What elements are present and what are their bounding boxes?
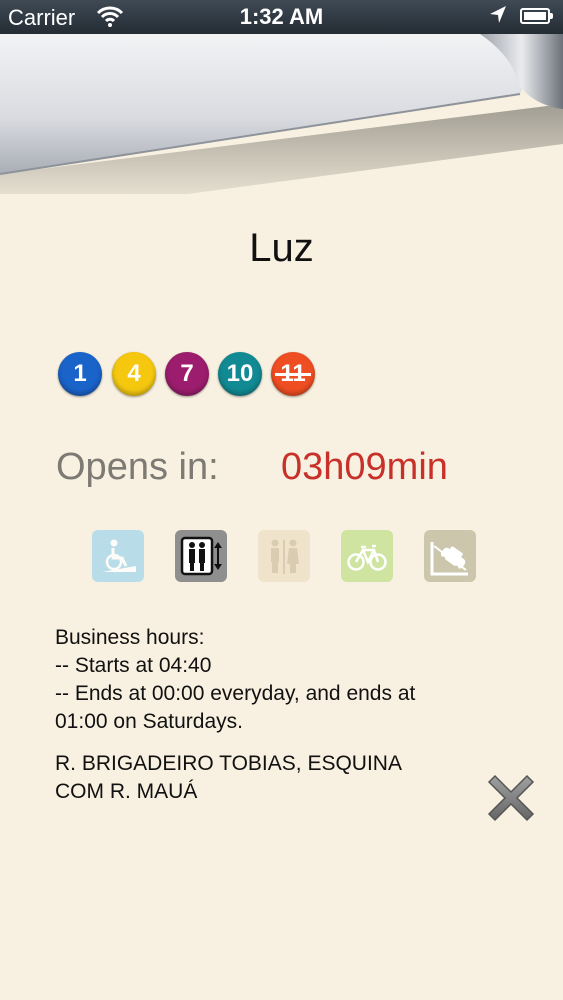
close-icon — [487, 774, 535, 822]
address-line-1: R. BRIGADEIRO TOBIAS, ESQUINA — [55, 752, 402, 775]
business-hours-title: Business hours: — [55, 626, 205, 649]
address-line-2: COM R. MAUÁ — [55, 780, 198, 803]
station-title: Luz — [249, 226, 314, 270]
battery-icon — [520, 8, 553, 24]
station-address: R. BRIGADEIRO TOBIAS, ESQUINA COM R. MAU… — [55, 750, 402, 806]
line-badge-7[interactable]: 7 — [165, 352, 209, 396]
line-number: 7 — [180, 360, 194, 387]
restroom-icon[interactable] — [258, 530, 310, 582]
parking-car-icon[interactable] — [424, 530, 476, 582]
business-hours-start: -- Starts at 04:40 — [55, 654, 212, 677]
status-time: 1:32 AM — [239, 4, 324, 29]
business-hours: Business hours: -- Starts at 04:40 -- En… — [55, 624, 415, 736]
line-badge-10[interactable]: 10 — [218, 352, 262, 396]
business-hours-end: -- Ends at 00:00 everyday, and ends at — [55, 682, 416, 705]
opens-in-value: 03h09min — [281, 446, 448, 488]
business-hours-end-saturday: 01:00 on Saturdays. — [55, 710, 243, 733]
line-number: 4 — [127, 360, 141, 387]
line-badge-11[interactable]: 11 — [271, 352, 315, 396]
bicycle-icon[interactable] — [341, 530, 393, 582]
opens-in-label: Opens in: — [56, 446, 219, 488]
line-badge-4[interactable]: 4 — [112, 352, 156, 396]
elevator-icon[interactable] — [175, 530, 227, 582]
line-number: 1 — [73, 360, 87, 387]
wheelchair-ramp-icon[interactable] — [92, 530, 144, 582]
line-badge-1[interactable]: 1 — [58, 352, 102, 396]
line-strike — [275, 373, 311, 376]
page-curl[interactable] — [0, 34, 563, 219]
line-number: 10 — [226, 360, 254, 387]
status-bar: Carrier 1:32 AM — [0, 0, 563, 34]
location-arrow-icon — [488, 4, 508, 32]
close-button[interactable] — [483, 770, 539, 826]
